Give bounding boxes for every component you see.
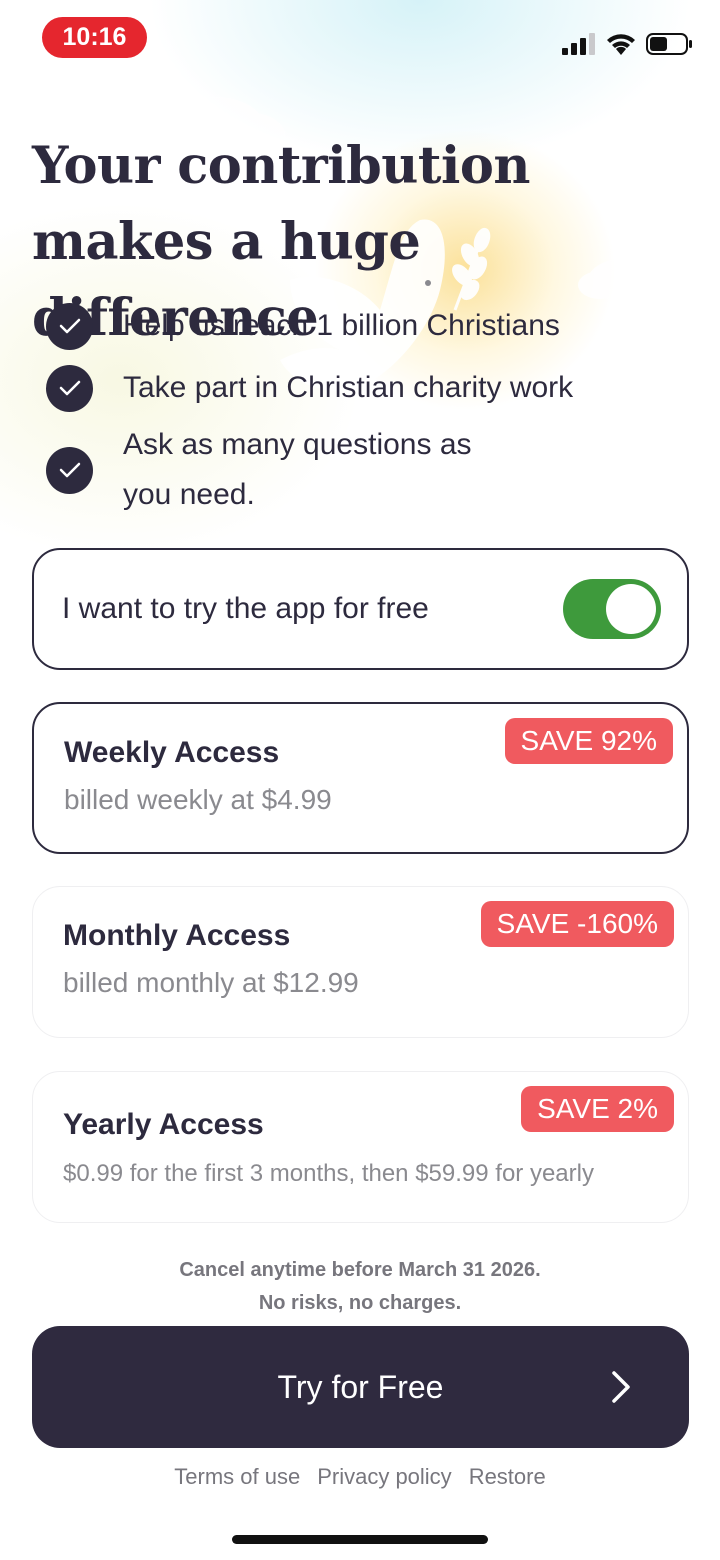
checkmark-icon bbox=[46, 364, 93, 412]
battery-icon bbox=[646, 33, 692, 55]
home-indicator bbox=[232, 1535, 488, 1544]
save-badge: SAVE 2% bbox=[521, 1086, 674, 1132]
feature-item: Help us reach 1 billion Christians bbox=[46, 300, 686, 352]
privacy-link[interactable]: Privacy policy bbox=[317, 1464, 451, 1490]
free-trial-switch[interactable] bbox=[563, 579, 661, 639]
wifi-icon bbox=[607, 34, 635, 55]
feature-list: Help us reach 1 billion Christians Take … bbox=[46, 300, 686, 520]
cancel-note-line1: Cancel anytime before March 31 2026. bbox=[179, 1259, 541, 1281]
plan-weekly[interactable]: Weekly Access billed weekly at $4.99 SAV… bbox=[32, 702, 689, 854]
plan-monthly[interactable]: Monthly Access billed monthly at $12.99 … bbox=[32, 886, 689, 1038]
status-time: 10:16 bbox=[42, 17, 147, 58]
plan-subtitle: billed monthly at $12.99 bbox=[63, 967, 359, 998]
cta-label: Try for Free bbox=[277, 1368, 444, 1405]
save-badge: SAVE -160% bbox=[480, 901, 674, 947]
feature-text: Ask as many questions as you need. bbox=[123, 428, 472, 511]
cancel-note: Cancel anytime before March 31 2026. No … bbox=[0, 1254, 720, 1320]
plan-subtitle: billed weekly at $4.99 bbox=[64, 784, 332, 815]
status-icons bbox=[562, 30, 692, 58]
checkmark-icon bbox=[46, 446, 93, 494]
terms-link[interactable]: Terms of use bbox=[174, 1464, 300, 1490]
free-trial-toggle-card[interactable]: I want to try the app for free bbox=[32, 548, 689, 670]
feature-item: Ask as many questions as you need. bbox=[46, 420, 686, 520]
switch-knob bbox=[606, 584, 656, 634]
checkmark-icon bbox=[46, 302, 93, 350]
plan-yearly[interactable]: Yearly Access $0.99 for the first 3 mont… bbox=[32, 1071, 689, 1223]
free-trial-label: I want to try the app for free bbox=[62, 592, 429, 625]
feature-item: Take part in Christian charity work bbox=[46, 362, 686, 414]
restore-link[interactable]: Restore bbox=[469, 1464, 546, 1490]
feature-text: Take part in Christian charity work bbox=[123, 371, 574, 404]
try-for-free-button[interactable]: Try for Free bbox=[32, 1326, 689, 1448]
footer-links: Terms of use Privacy policy Restore bbox=[0, 1464, 720, 1490]
cellular-signal-icon bbox=[562, 33, 595, 55]
feature-text: Help us reach 1 billion Christians bbox=[123, 309, 560, 342]
save-badge: SAVE 92% bbox=[504, 718, 673, 764]
cancel-note-line2: No risks, no charges. bbox=[258, 1292, 462, 1314]
chevron-right-icon bbox=[612, 1371, 630, 1403]
plan-subtitle: $0.99 for the first 3 months, then $59.9… bbox=[63, 1160, 594, 1187]
